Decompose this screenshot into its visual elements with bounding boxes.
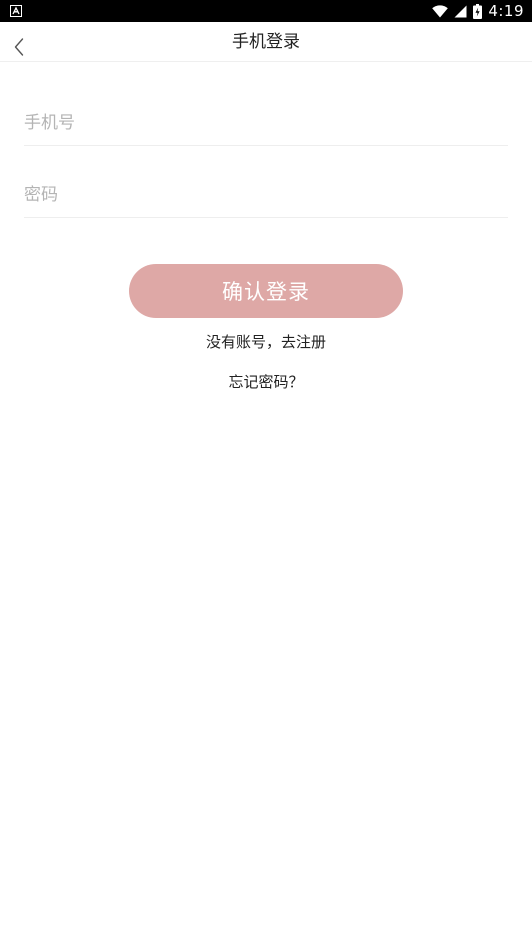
forgot-password-link[interactable]: 忘记密码？: [0, 371, 532, 392]
cell-signal-icon: [454, 5, 467, 17]
status-icons: 4:19: [432, 0, 524, 22]
password-field-container: [24, 172, 508, 218]
register-link[interactable]: 没有账号，去注册: [0, 331, 532, 352]
confirm-login-button[interactable]: 确认登录: [129, 264, 403, 318]
password-input[interactable]: [24, 172, 508, 217]
phone-login-screen: 4:19 手机登录 确认登录 没有账号，去注册 忘记密码？: [0, 0, 532, 944]
page-title: 手机登录: [232, 32, 300, 52]
phone-input[interactable]: [24, 100, 508, 145]
phone-field-container: [24, 100, 508, 146]
app-notification-icon: [10, 5, 22, 17]
title-bar: 手机登录: [0, 22, 532, 62]
status-bar: 4:19: [0, 0, 532, 22]
status-time: 4:19: [488, 2, 524, 20]
battery-icon: [473, 3, 483, 19]
wifi-icon: [432, 4, 449, 17]
